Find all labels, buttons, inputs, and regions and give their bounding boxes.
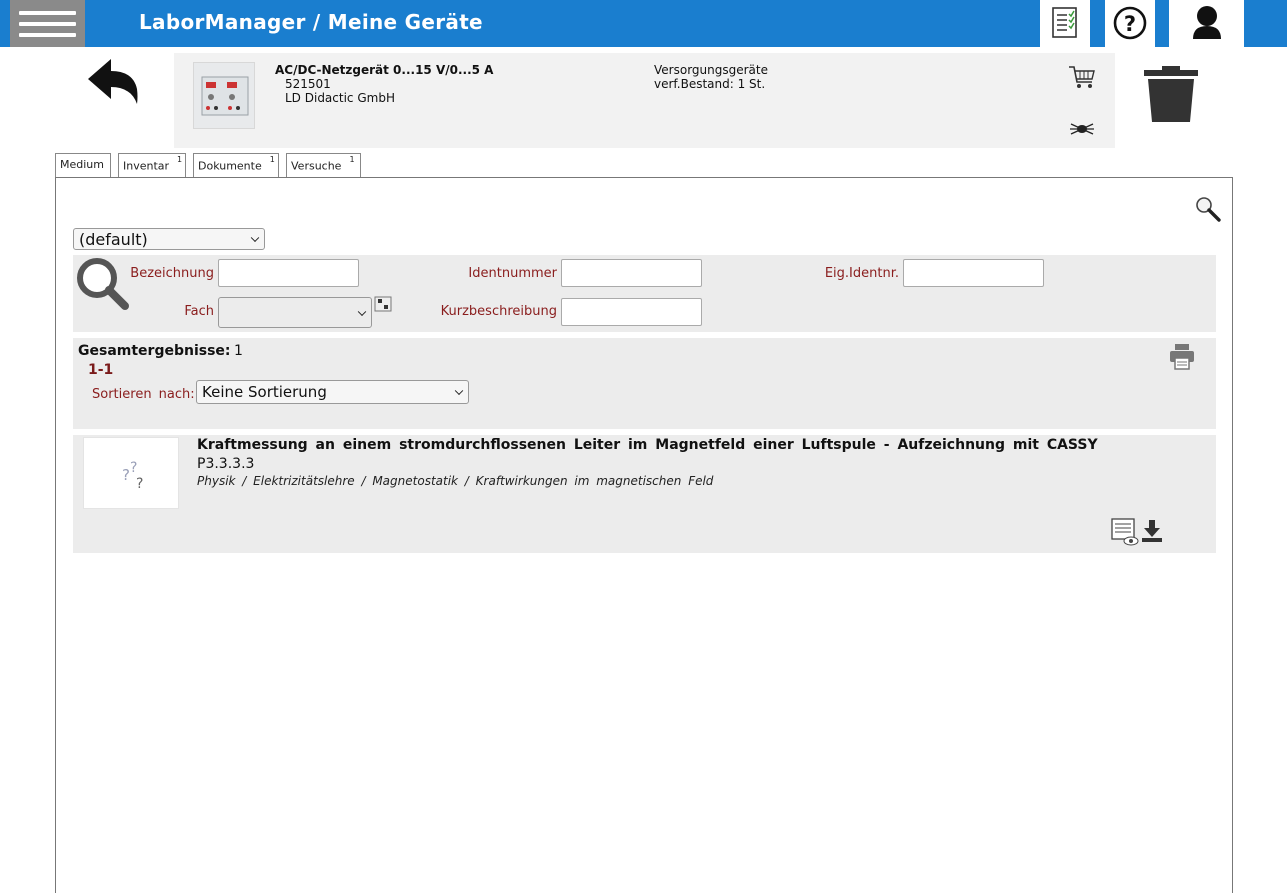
chevron-down-icon [454, 386, 464, 396]
fach-select[interactable] [218, 297, 372, 328]
cart-icon [1069, 66, 1095, 88]
tab-content: (default) Bezeichnung Identnummer Eig.Id… [55, 177, 1233, 893]
app-title: LaborManager / Meine Geräte [139, 10, 483, 34]
total-results-label: Gesamtergebnisse: [78, 343, 231, 359]
view-select[interactable]: (default) [73, 228, 265, 250]
download-icon[interactable] [1140, 518, 1166, 544]
sort-select-value: Keine Sortierung [202, 383, 327, 401]
menu-icon-bar [19, 22, 76, 26]
help-button[interactable]: ? [1105, 0, 1155, 47]
tab-label: Dokumente [198, 159, 262, 173]
magnifier-icon [1196, 197, 1221, 222]
bug-icon [1070, 123, 1094, 135]
svg-text:?: ? [130, 460, 137, 476]
kurzbeschreibung-label: Kurzbeschreibung [440, 304, 557, 319]
results-range[interactable]: 1-1 [88, 362, 113, 378]
view-select-value: (default) [79, 230, 148, 249]
device-info-panel: AC/DC-Netzgerät 0...15 V/0...5 A 521501 … [174, 53, 1115, 148]
fach-label: Fach [184, 304, 214, 319]
identnummer-input[interactable] [561, 259, 702, 287]
device-number: 521501 [285, 77, 331, 91]
svg-text:?: ? [136, 476, 143, 492]
tab-versuche[interactable]: Versuche 1 [286, 153, 361, 178]
trash-icon [1144, 66, 1198, 122]
device-manufacturer: LD Didactic GmbH [285, 91, 395, 105]
bezeichnung-input[interactable] [218, 259, 359, 287]
filter-panel: Bezeichnung Identnummer Eig.Identnr. Fac… [73, 255, 1216, 332]
tab-dokumente[interactable]: Dokumente 1 [193, 153, 279, 177]
shelf-picker-icon[interactable] [374, 296, 392, 312]
tab-label: Versuche [291, 159, 342, 173]
eig-identnr-input[interactable] [903, 259, 1044, 287]
checklist-button[interactable] [1040, 0, 1090, 47]
item-title[interactable]: Kraftmessung an einem stromdurchflossene… [197, 437, 1098, 453]
tab-label: Inventar [123, 159, 170, 173]
tab-inventar[interactable]: Inventar 1 [118, 153, 186, 177]
sort-select[interactable]: Keine Sortierung [196, 380, 469, 404]
bug-report-button[interactable] [1069, 121, 1095, 137]
tab-label: Medium [60, 158, 104, 171]
device-category: Versorgungsgeräte [654, 63, 768, 77]
device-image[interactable] [193, 62, 255, 129]
svg-text:?: ? [1124, 12, 1136, 36]
bezeichnung-label: Bezeichnung [130, 266, 214, 281]
tab-count: 1 [269, 155, 275, 164]
item-path: Physik / Elektrizitätslehre / Magnetosta… [197, 474, 714, 488]
menu-button[interactable] [10, 0, 85, 47]
device-name: AC/DC-Netzgerät 0...15 V/0...5 A [275, 63, 494, 77]
cart-button[interactable] [1067, 63, 1097, 91]
tab-count: 1 [349, 155, 355, 164]
eig-identnr-label: Eig.Identnr. [824, 266, 899, 281]
help-icon: ? [1113, 6, 1147, 40]
back-arrow-icon [88, 59, 138, 104]
svg-text:?: ? [122, 466, 130, 484]
chevron-down-icon [250, 233, 260, 243]
item-thumbnail[interactable]: ? ? ? [83, 437, 179, 509]
menu-icon [19, 11, 76, 15]
top-bar: LaborManager / Meine Geräte ? [0, 0, 1287, 47]
identnummer-label: Identnummer [468, 266, 557, 281]
item-code: P3.3.3.3 [197, 456, 255, 472]
delete-button[interactable] [1140, 62, 1204, 126]
tab-count: 1 [177, 155, 183, 164]
total-results-value: 1 [234, 343, 243, 359]
checklist-icon [1052, 7, 1077, 38]
kurzbeschreibung-input[interactable] [561, 298, 702, 326]
user-icon [1193, 6, 1221, 39]
device-stock: verf.Bestand: 1 St. [654, 77, 766, 91]
tab-medium[interactable]: Medium [55, 153, 111, 177]
menu-icon-bar [19, 33, 76, 37]
print-icon[interactable] [1168, 342, 1196, 370]
sort-label: Sortieren nach: [92, 387, 195, 402]
list-item: ? ? ? Kraftmessung an einem stromdurchfl… [73, 435, 1216, 553]
back-button[interactable] [55, 47, 173, 147]
unknown-image-icon: ? ? ? [122, 460, 143, 492]
chevron-down-icon [357, 307, 367, 316]
results-panel: Gesamtergebnisse: 1 1-1 Sortieren nach: … [73, 338, 1216, 429]
view-list-icon[interactable] [1110, 517, 1140, 547]
user-button[interactable] [1169, 0, 1244, 47]
zoom-search-button[interactable] [1194, 195, 1222, 223]
